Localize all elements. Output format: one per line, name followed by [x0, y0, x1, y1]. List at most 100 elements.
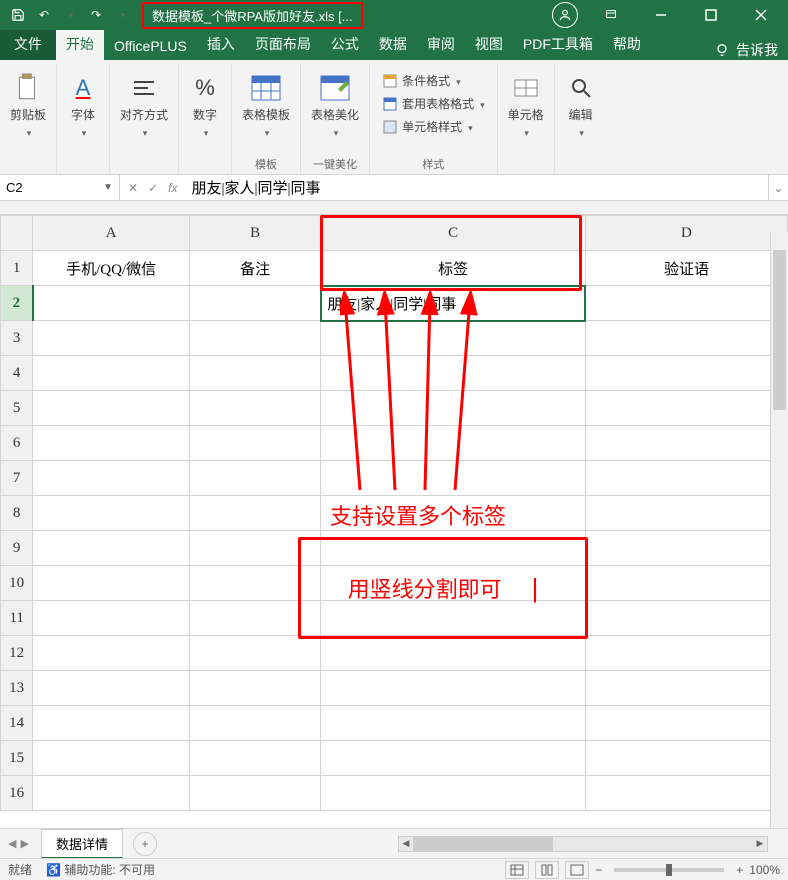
row-header[interactable]: 14 — [1, 706, 33, 741]
table-template-button[interactable]: 表格模板 — [242, 66, 290, 139]
cell[interactable] — [189, 671, 320, 706]
row-header[interactable]: 8 — [1, 496, 33, 531]
cell[interactable] — [321, 496, 586, 531]
expand-formula-bar[interactable]: ⌄ — [768, 175, 788, 200]
close-button[interactable] — [738, 0, 784, 30]
cell[interactable] — [321, 391, 586, 426]
number-button[interactable]: % 数字 — [189, 66, 221, 139]
redo-button[interactable]: ↷ — [84, 3, 108, 27]
name-box-input[interactable] — [6, 180, 86, 195]
cell[interactable] — [321, 741, 586, 776]
user-avatar[interactable] — [552, 2, 578, 28]
sheet-nav-prev[interactable]: ◀ — [8, 837, 16, 850]
cell[interactable] — [585, 601, 787, 636]
cell[interactable] — [189, 461, 320, 496]
conditional-format-button[interactable]: 条件格式 — [380, 70, 487, 91]
view-normal-button[interactable] — [505, 861, 529, 879]
row-header[interactable]: 7 — [1, 461, 33, 496]
cell[interactable] — [189, 531, 320, 566]
fx-button[interactable]: fx — [168, 181, 177, 195]
cell[interactable] — [585, 426, 787, 461]
row-header[interactable]: 12 — [1, 636, 33, 671]
cell[interactable] — [585, 706, 787, 741]
cancel-button[interactable]: ✕ — [128, 181, 138, 195]
font-button[interactable]: A 字体 — [67, 66, 99, 139]
cell[interactable] — [33, 391, 190, 426]
row-header[interactable]: 1 — [1, 251, 33, 286]
undo-button[interactable]: ↶ — [32, 3, 56, 27]
row-header[interactable]: 16 — [1, 776, 33, 811]
select-all-corner[interactable] — [1, 216, 33, 251]
zoom-level[interactable]: 100% — [749, 863, 780, 877]
confirm-button[interactable]: ✓ — [148, 181, 158, 195]
cell[interactable] — [33, 496, 190, 531]
vertical-scrollbar[interactable] — [770, 232, 788, 828]
col-header-a[interactable]: A — [33, 216, 190, 251]
cell-b1[interactable]: 备注 — [189, 251, 320, 286]
cell-c2-selected[interactable]: 朋友|家人|同学|同事 — [321, 286, 586, 321]
col-header-b[interactable]: B — [189, 216, 320, 251]
hscroll-thumb[interactable] — [413, 837, 553, 851]
row-header[interactable]: 3 — [1, 321, 33, 356]
cell[interactable] — [321, 601, 586, 636]
cell-a1[interactable]: 手机/QQ/微信 — [33, 251, 190, 286]
cell[interactable] — [189, 286, 320, 321]
tab-pagelayout[interactable]: 页面布局 — [245, 28, 321, 60]
table-format-button[interactable]: 套用表格格式 — [380, 93, 487, 114]
cell[interactable] — [321, 356, 586, 391]
zoom-in-button[interactable]: + — [736, 863, 743, 877]
cell[interactable] — [33, 531, 190, 566]
tab-formulas[interactable]: 公式 — [321, 28, 369, 60]
cell[interactable] — [33, 321, 190, 356]
cell[interactable] — [33, 706, 190, 741]
view-pagelayout-button[interactable] — [535, 861, 559, 879]
cell[interactable] — [33, 426, 190, 461]
tab-home[interactable]: 开始 — [56, 28, 104, 60]
name-box-dropdown[interactable]: ▼ — [103, 182, 113, 193]
alignment-button[interactable]: 对齐方式 — [120, 66, 168, 139]
cell[interactable] — [33, 566, 190, 601]
cell[interactable] — [189, 496, 320, 531]
cell-c1[interactable]: 标签 — [321, 251, 586, 286]
row-header[interactable]: 15 — [1, 741, 33, 776]
tab-data[interactable]: 数据 — [369, 28, 417, 60]
sheet-nav-next[interactable]: ▶ — [20, 837, 28, 850]
vertical-scroll-thumb[interactable] — [773, 250, 786, 410]
cell[interactable] — [189, 706, 320, 741]
cell[interactable] — [33, 601, 190, 636]
worksheet-grid[interactable]: A B C D 1 手机/QQ/微信 备注 标签 验证语 2 朋友|家人|同学|… — [0, 215, 788, 811]
tab-review[interactable]: 审阅 — [417, 28, 465, 60]
add-sheet-button[interactable]: + — [133, 832, 157, 856]
accessibility-status[interactable]: ♿ 辅助功能: 不可用 — [46, 861, 155, 878]
cell[interactable] — [33, 741, 190, 776]
cell[interactable] — [585, 286, 787, 321]
row-header[interactable]: 2 — [1, 286, 33, 321]
zoom-slider[interactable] — [614, 868, 724, 872]
sheet-tab-active[interactable]: 数据详情 — [41, 829, 123, 859]
cell[interactable] — [189, 426, 320, 461]
cell[interactable] — [585, 776, 787, 811]
cell[interactable] — [189, 601, 320, 636]
row-header[interactable]: 11 — [1, 601, 33, 636]
col-header-d[interactable]: D — [585, 216, 787, 251]
row-header[interactable]: 10 — [1, 566, 33, 601]
col-header-c[interactable]: C — [321, 216, 586, 251]
cell[interactable] — [321, 426, 586, 461]
cell[interactable] — [585, 671, 787, 706]
view-pagebreak-button[interactable] — [565, 861, 589, 879]
cell[interactable] — [321, 636, 586, 671]
cell[interactable] — [33, 776, 190, 811]
cell[interactable] — [321, 531, 586, 566]
horizontal-scrollbar[interactable]: ◀ ▶ — [398, 836, 768, 852]
tellme-label[interactable]: 告诉我 — [736, 40, 778, 60]
cell[interactable] — [321, 776, 586, 811]
cell[interactable] — [189, 391, 320, 426]
cells-button[interactable]: 单元格 — [508, 66, 544, 139]
cell[interactable] — [33, 636, 190, 671]
name-box[interactable]: ▼ — [0, 175, 120, 200]
zoom-out-button[interactable]: − — [595, 863, 602, 877]
cell[interactable] — [189, 321, 320, 356]
cell[interactable] — [189, 636, 320, 671]
cell[interactable] — [585, 496, 787, 531]
cell[interactable] — [585, 531, 787, 566]
